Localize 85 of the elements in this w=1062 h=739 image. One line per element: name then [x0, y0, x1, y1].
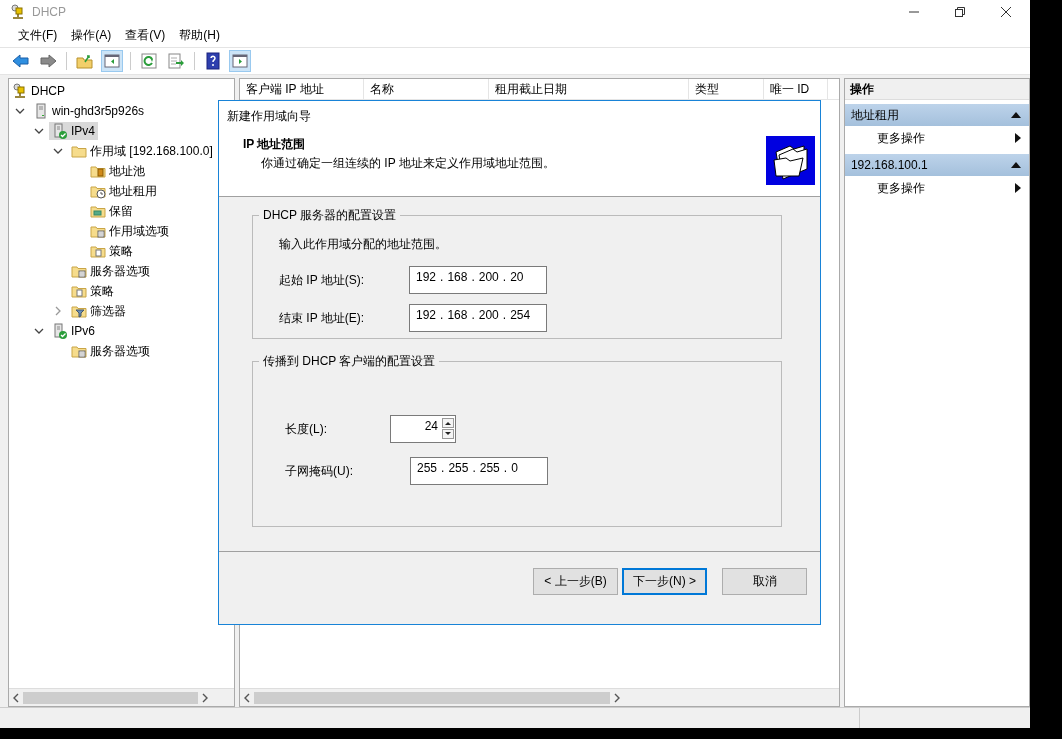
scroll-right-icon[interactable] — [612, 692, 621, 703]
action-link[interactable]: 更多操作 — [876, 129, 925, 147]
menu-item[interactable]: 操作(A) — [71, 27, 112, 44]
tree-item[interactable]: IPv4 — [49, 122, 98, 140]
horizontal-scrollbar[interactable] — [9, 688, 234, 706]
server-check-icon — [52, 323, 68, 339]
action-link[interactable]: 更多操作 — [876, 179, 925, 197]
column-header[interactable]: 类型 — [688, 79, 764, 99]
folder-icon — [71, 143, 87, 159]
tree-item[interactable]: win-ghd3r5p926s — [30, 102, 148, 120]
menu-item[interactable]: 帮助(H) — [179, 27, 220, 44]
tree-item[interactable]: 策略 — [87, 241, 136, 261]
page-description: 你通过确定一组连续的 IP 地址来定义作用域地址范围。 — [260, 155, 555, 172]
refresh-icon[interactable] — [138, 50, 160, 72]
window-title: DHCP — [32, 5, 66, 19]
server-check-icon — [52, 123, 68, 139]
instruction-text: 输入此作用域分配的地址范围。 — [279, 236, 448, 253]
scroll-right-icon[interactable] — [201, 692, 210, 703]
field-label: 起始 IP 地址(S): — [278, 271, 366, 289]
panel-toggle-icon[interactable] — [101, 50, 123, 72]
ip-address-field[interactable]: 255 . 255 . 255 . 0 — [410, 457, 548, 485]
folders-icon — [766, 136, 815, 185]
filter-folder-icon — [71, 303, 87, 319]
folder-icon — [71, 343, 87, 359]
network-icon — [12, 83, 28, 99]
tree-item[interactable]: 作用域选项 — [87, 221, 172, 241]
folder-icon — [71, 263, 87, 279]
app-icon — [10, 4, 26, 20]
actions-section-header[interactable]: 192.168.100.1 — [844, 154, 1029, 176]
collapse-triangle-icon[interactable] — [1011, 162, 1021, 168]
tree-item[interactable]: 服务器选项 — [68, 341, 153, 361]
dialog-button[interactable]: < 上一步(B) — [533, 568, 618, 595]
field-label: 长度(L): — [284, 420, 328, 438]
server-icon — [33, 103, 49, 119]
folder-icon — [90, 243, 106, 259]
ip-address-field[interactable]: 192 . 168 . 200 . 254 — [409, 304, 547, 332]
folder-icon — [90, 183, 106, 199]
collapse-chevron-icon[interactable] — [15, 106, 25, 116]
dialog-button[interactable]: 下一步(N) > — [622, 568, 707, 595]
actions-section-header[interactable]: 地址租用 — [844, 104, 1029, 126]
submenu-arrow-icon — [1015, 133, 1021, 143]
folder-icon — [90, 223, 106, 239]
dialog-button[interactable]: 取消 — [722, 568, 807, 595]
restore-icon[interactable] — [954, 6, 966, 18]
column-header[interactable]: 客户端 IP 地址 — [239, 79, 364, 99]
collapse-triangle-icon[interactable] — [1011, 112, 1021, 118]
tree-item[interactable]: 策略 — [68, 281, 117, 301]
tree-item[interactable]: 保留 — [87, 201, 136, 221]
column-header[interactable]: 名称 — [363, 79, 489, 99]
folder-icon — [90, 163, 106, 179]
submenu-arrow-icon — [1015, 183, 1021, 193]
ip-address-field[interactable]: 192 . 168 . 200 . 20 — [409, 266, 547, 294]
panel-toggle-icon[interactable] — [229, 50, 251, 72]
group-title: 传播到 DHCP 客户端的配置设置 — [262, 353, 437, 370]
scroll-left-icon[interactable] — [242, 692, 251, 703]
group-title: DHCP 服务器的配置设置 — [262, 207, 398, 224]
collapse-chevron-icon[interactable] — [53, 146, 63, 156]
folder-icon — [90, 203, 106, 219]
spin-box[interactable]: 24 — [390, 415, 456, 443]
column-header[interactable]: 唯一 ID — [763, 79, 828, 99]
page-heading: IP 地址范围 — [243, 136, 307, 153]
field-label: 子网掩码(U): — [284, 462, 354, 480]
scroll-left-icon[interactable] — [12, 692, 20, 703]
tree-item[interactable]: DHCP — [9, 82, 68, 100]
column-header[interactable]: 租用截止日期 — [488, 79, 689, 99]
expand-chevron-icon[interactable] — [53, 306, 63, 316]
tree-item[interactable]: IPv6 — [49, 322, 98, 340]
spin-down-icon[interactable] — [442, 429, 454, 439]
tree-item[interactable]: 地址租用 — [87, 181, 160, 201]
tree-item[interactable]: 作用域 [192.168.100.0] — [68, 141, 216, 161]
menu-item[interactable]: 文件(F) — [18, 27, 58, 44]
tree-item[interactable]: 地址池 — [87, 161, 148, 181]
collapse-chevron-icon[interactable] — [34, 326, 44, 336]
collapse-chevron-icon[interactable] — [34, 126, 44, 136]
tree-item[interactable]: 服务器选项 — [68, 261, 153, 281]
tree-item[interactable]: 筛选器 — [68, 301, 129, 321]
menu-item[interactable]: 查看(V) — [125, 27, 166, 44]
spin-up-icon[interactable] — [442, 418, 454, 428]
dialog-title: 新建作用域向导 — [226, 108, 312, 125]
close-icon[interactable] — [1000, 6, 1012, 18]
horizontal-scrollbar[interactable] — [239, 688, 839, 706]
folder-icon — [71, 283, 87, 299]
field-label: 结束 IP 地址(E): — [278, 309, 366, 327]
actions-header: 操作 — [844, 79, 1029, 100]
export-icon[interactable] — [165, 50, 187, 72]
